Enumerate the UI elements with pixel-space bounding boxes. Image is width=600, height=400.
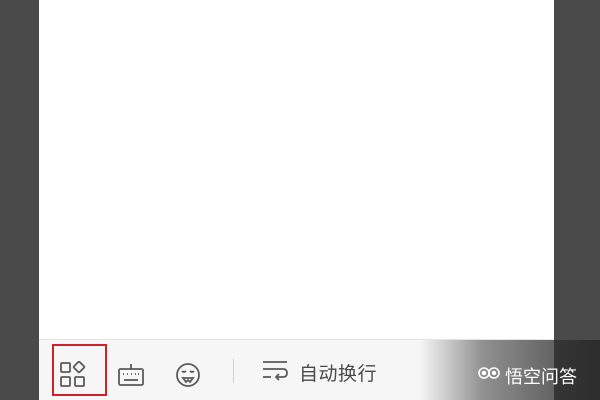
toolbar-divider <box>233 359 234 383</box>
watermark: 悟空问答 <box>420 340 600 400</box>
emoji-face-icon <box>174 361 202 389</box>
apps-grid-icon <box>59 361 87 389</box>
emoji-button[interactable] <box>172 359 204 391</box>
wukong-logo-icon <box>477 363 501 387</box>
watermark-text: 悟空问答 <box>505 367 577 388</box>
word-wrap-label: 自动换行 <box>299 362 378 385</box>
apps-button[interactable] <box>57 359 89 391</box>
keyboard-icon <box>117 361 145 389</box>
keyboard-button[interactable] <box>115 359 147 391</box>
word-wrap-icon <box>261 356 289 388</box>
word-wrap-button[interactable]: 自动换行 <box>261 357 377 387</box>
